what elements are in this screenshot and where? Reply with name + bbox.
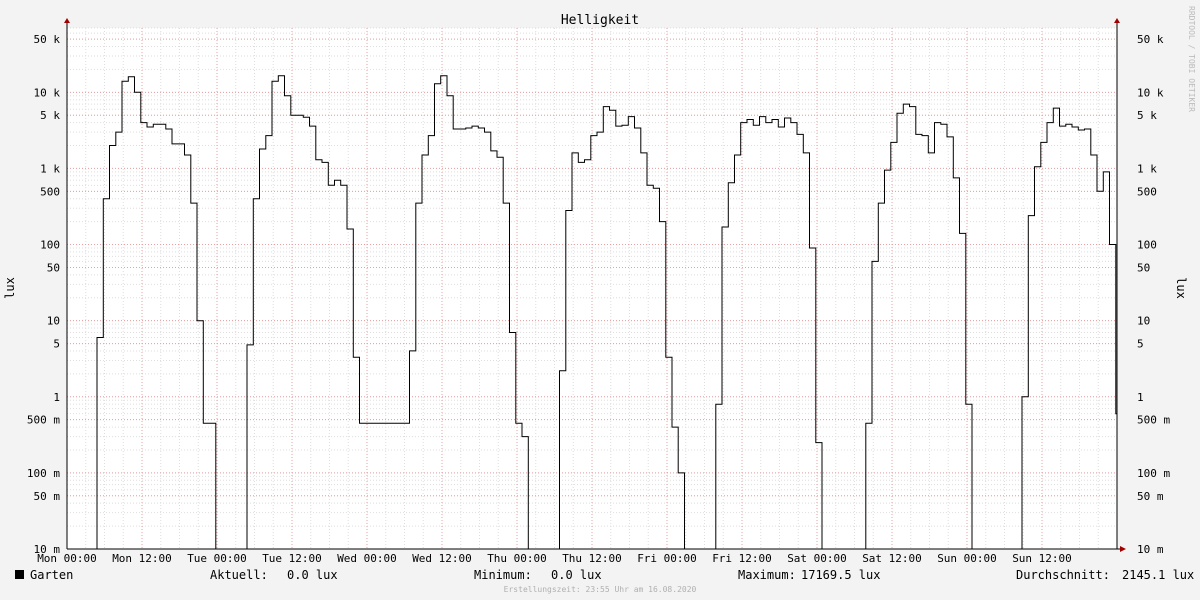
y-tick-label-left: 50 <box>47 261 60 274</box>
legend-avg-label: Durchschnitt: <box>1016 568 1110 582</box>
y-tick-label-right: 1 <box>1137 391 1144 404</box>
legend-current-label: Aktuell: <box>210 568 268 582</box>
chart-title: Helligkeit <box>561 13 639 28</box>
legend-series-name: Garten <box>30 568 73 582</box>
y-tick-label-right: 500 <box>1137 185 1157 198</box>
y-tick-label-right: 5 <box>1137 338 1144 351</box>
legend-avg-value: 2145.1 lux <box>1122 568 1194 582</box>
x-tick-label: Tue 12:00 <box>262 552 322 565</box>
y-tick-label-right: 1 k <box>1137 162 1157 175</box>
x-tick-label: Mon 00:00 <box>37 552 97 565</box>
x-tick-label: Sun 12:00 <box>1012 552 1072 565</box>
x-tick-label: Thu 00:00 <box>487 552 547 565</box>
y-tick-label-right: 100 <box>1137 239 1157 252</box>
y-tick-label-right: 10 m <box>1137 543 1164 556</box>
x-tick-label: Fri 00:00 <box>637 552 697 565</box>
x-tick-label: Fri 12:00 <box>712 552 772 565</box>
y-tick-label-left: 500 <box>40 185 60 198</box>
y-tick-label-right: 10 k <box>1137 86 1164 99</box>
creation-time: Erstellungszeit: 23:55 Uhr am 16.08.2020 <box>504 585 697 594</box>
y-tick-label-left: 10 k <box>34 86 61 99</box>
y-axis-label-left: lux <box>3 277 17 299</box>
x-tick-label: Sun 00:00 <box>937 552 997 565</box>
brightness-chart: 10 m 10 m50 m 50 m100 m 100 m500 m 500 m1 15 5… <box>0 0 1200 600</box>
x-tick-label: Sat 00:00 <box>787 552 847 565</box>
y-tick-label-right: 500 m <box>1137 414 1170 427</box>
y-tick-label-left: 5 k <box>40 109 60 122</box>
legend-current-value: 0.0 lux <box>287 568 338 582</box>
y-tick-label-left: 50 k <box>34 33 61 46</box>
y-tick-label-left: 100 m <box>27 467 60 480</box>
x-tick-label: Tue 00:00 <box>187 552 247 565</box>
y-tick-label-right: 100 m <box>1137 467 1170 480</box>
x-tick-label: Mon 12:00 <box>112 552 172 565</box>
x-tick-label: Thu 12:00 <box>562 552 622 565</box>
watermark: RRDTOOL / TOBI OETIKER <box>1187 6 1196 112</box>
y-tick-label-left: 50 m <box>34 490 61 503</box>
legend-max-value: 17169.5 lux <box>801 568 880 582</box>
y-tick-label-left: 100 <box>40 239 60 252</box>
x-tick-label: Wed 12:00 <box>412 552 472 565</box>
y-tick-label-left: 500 m <box>27 414 60 427</box>
x-tick-label: Wed 00:00 <box>337 552 397 565</box>
y-tick-label-right: 5 k <box>1137 109 1157 122</box>
y-tick-label-right: 50 m <box>1137 490 1164 503</box>
y-tick-label-right: 10 <box>1137 315 1150 328</box>
y-tick-label-right: 50 k <box>1137 33 1164 46</box>
legend-min-value: 0.0 lux <box>551 568 602 582</box>
y-tick-label-left: 5 <box>53 338 60 351</box>
legend-max-label: Maximum: <box>738 568 796 582</box>
y-tick-label-left: 10 <box>47 315 60 328</box>
y-tick-label-right: 50 <box>1137 261 1150 274</box>
y-axis-label-right: lux <box>1174 277 1188 299</box>
legend-swatch <box>15 570 24 579</box>
y-tick-label-left: 1 k <box>40 162 60 175</box>
x-tick-label: Sat 12:00 <box>862 552 922 565</box>
legend-min-label: Minimum: <box>474 568 532 582</box>
y-tick-label-left: 1 <box>53 391 60 404</box>
